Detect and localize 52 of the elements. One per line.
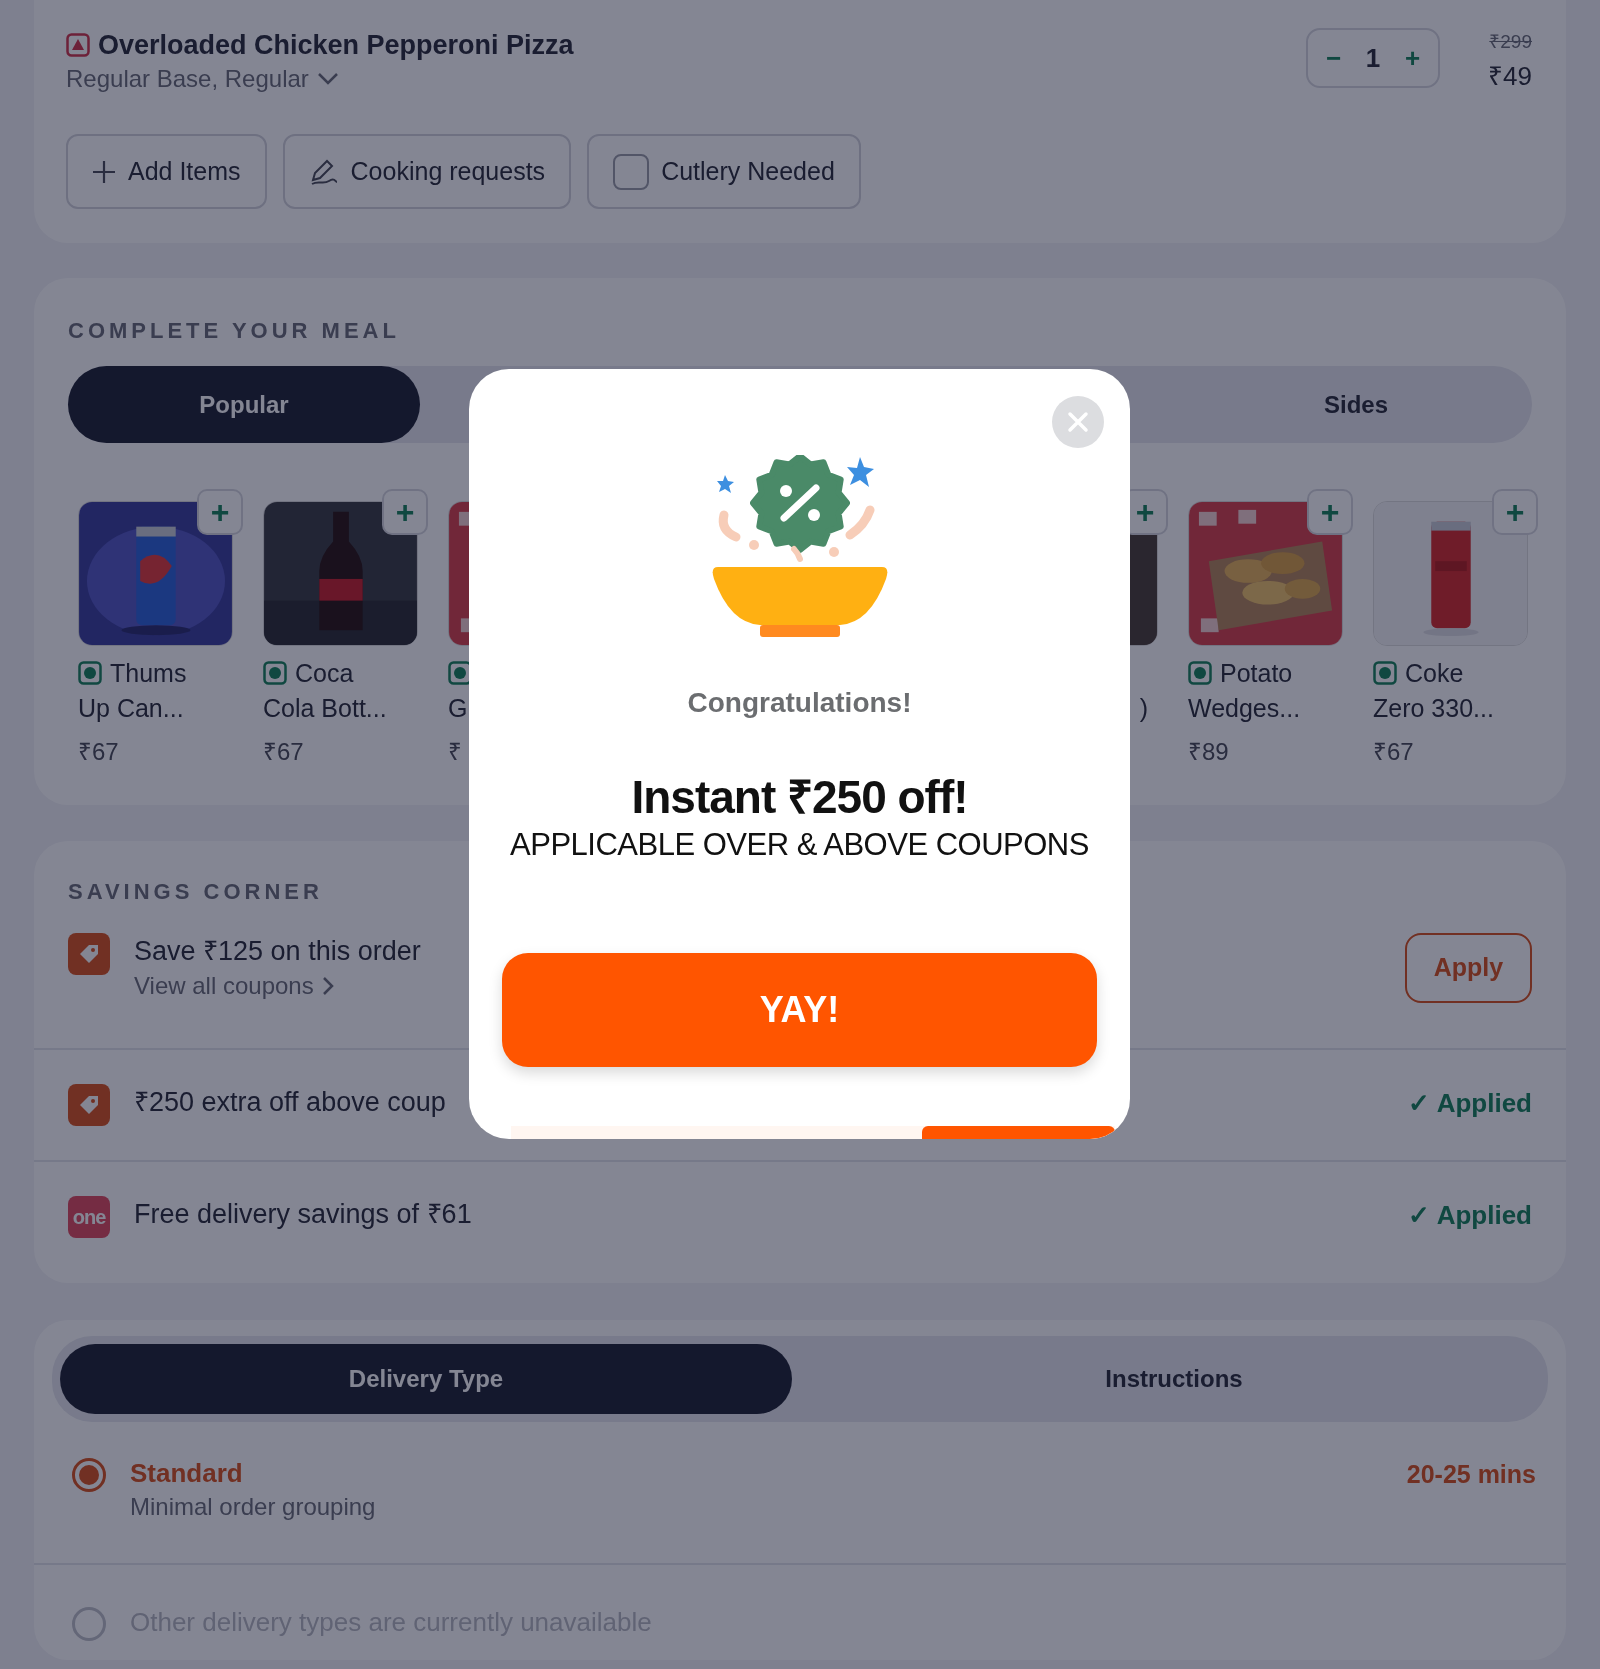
offer-title: Save ₹125 on this order	[134, 935, 422, 968]
item-name: Thums Up Can...	[78, 659, 187, 722]
delivery-option-label: Standard	[130, 1457, 244, 1490]
item-price: ₹67	[1373, 738, 1414, 765]
plus-icon	[92, 159, 116, 184]
apply-button[interactable]: Apply	[1405, 933, 1532, 1003]
item-options: Regular Base, Regular	[66, 62, 309, 96]
add-button[interactable]: +	[382, 489, 428, 535]
decrement-button[interactable]: −	[1320, 45, 1348, 71]
close-icon	[1067, 411, 1089, 433]
category-tab[interactable]: Popular	[68, 366, 420, 443]
item-name: )	[1139, 694, 1148, 722]
category-tab[interactable]: Sides	[1180, 366, 1532, 443]
applied-status: ✓ Applied	[1408, 1199, 1532, 1232]
item-price: ₹49	[1488, 59, 1532, 93]
delivery-tab[interactable]: Delivery Type	[60, 1344, 792, 1414]
item-price: ₹67	[78, 738, 119, 765]
increment-button[interactable]: +	[1398, 45, 1427, 71]
offer-title: ₹250 extra off above coup	[134, 1086, 447, 1119]
delivery-option-subtitle: Minimal order grouping	[130, 1492, 377, 1522]
delivery-time: 20-25 mins	[1406, 1459, 1536, 1490]
offer-headline: Instant ₹250 off!	[631, 770, 968, 825]
offer-title: Free delivery savings of ₹61	[134, 1198, 473, 1231]
item-name: Coke Zero 330...	[1373, 659, 1494, 722]
add-button[interactable]: +	[1307, 489, 1353, 535]
item-price: ₹67	[263, 738, 304, 765]
item-price: ₹89	[1188, 738, 1229, 765]
item-name: G	[448, 694, 468, 722]
applied-status: ✓ Applied	[1408, 1087, 1532, 1120]
cooking-requests-button[interactable]: Cooking requests	[282, 134, 572, 209]
membership-badge: one	[68, 1196, 110, 1238]
yay-button[interactable]: YAY!	[502, 953, 1097, 1067]
radio-button[interactable]	[72, 1458, 106, 1492]
section-heading: COMPLETE YOUR MEAL	[68, 317, 401, 345]
item-price: ₹	[448, 738, 462, 765]
delivery-tab[interactable]: Instructions	[808, 1344, 1540, 1414]
congratulations-text: Congratulations!	[687, 686, 912, 720]
chevron-right-icon	[321, 976, 334, 996]
view-coupons-link[interactable]: View all coupons	[134, 969, 334, 1003]
add-items-button[interactable]: Add Items	[66, 134, 267, 209]
quantity-value: 1	[1365, 41, 1381, 75]
original-price: ₹299	[1489, 30, 1532, 54]
section-heading: SAVINGS CORNER	[67, 878, 324, 906]
item-title: Overloaded Chicken Pepperoni Pizza	[98, 29, 574, 62]
add-button[interactable]: +	[197, 489, 243, 535]
cutlery-checkbox[interactable]: Cutlery Needed	[587, 134, 861, 209]
item-name: Coca Cola Bott...	[263, 659, 387, 722]
close-button[interactable]	[1052, 396, 1104, 448]
offer-subtitle: APPLICABLE OVER & ABOVE COUPONS	[510, 826, 1089, 864]
item-name: Potato Wedges...	[1188, 659, 1301, 722]
add-button[interactable]: +	[1492, 489, 1538, 535]
chevron-down-icon	[316, 72, 339, 86]
